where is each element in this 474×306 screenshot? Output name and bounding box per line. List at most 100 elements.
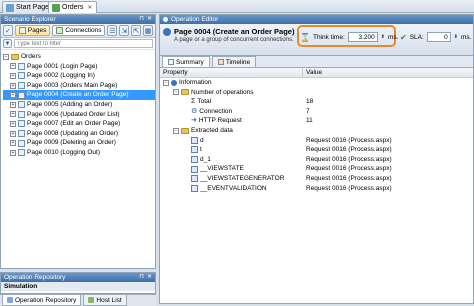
tab-label: Timeline	[225, 58, 251, 66]
tree-item[interactable]: + Page 0010 (Logging Out)	[3, 148, 155, 158]
tree-root[interactable]: − Orders	[3, 52, 155, 62]
property-row[interactable]: __EVENTVALIDATION Request 0016 (Process.a…	[160, 184, 473, 194]
panel-title-bar: Scenario Explorer ⊓ ✕	[1, 15, 155, 24]
tree-item[interactable]: + Page 0005 (Adding an Order)	[3, 100, 155, 110]
tree-item[interactable]: + Page 0001 (Login Page)	[3, 62, 155, 72]
property-value-cell: 18	[303, 97, 313, 107]
expand-toggle-icon[interactable]: +	[10, 82, 16, 89]
expand-toggle-icon[interactable]: +	[10, 130, 16, 137]
property-value: Request 0016 (Process.aspx)	[306, 146, 392, 154]
property-name-cell: d	[160, 136, 303, 146]
expand-toggle-icon[interactable]: +	[10, 111, 16, 118]
think-time-input[interactable]	[347, 32, 378, 42]
spinner-icon[interactable]: ⬍	[381, 34, 385, 40]
tree-item-label: Page 0005 (Adding an Order)	[27, 100, 113, 108]
property-name-cell: __EVENTVALIDATION	[160, 184, 303, 194]
collapse-icon[interactable]: ⇱	[131, 25, 142, 36]
property-value: Request 0016 (Process.aspx)	[306, 184, 392, 192]
collapse-toggle-icon[interactable]: −	[173, 89, 179, 96]
panel-title: Operation Repository	[4, 274, 66, 281]
property-row[interactable]: d_1 Request 0016 (Process.aspx)	[160, 155, 473, 165]
expand-icon[interactable]: ⇲	[119, 25, 130, 36]
close-icon[interactable]: ✕	[87, 4, 92, 11]
tab-orders[interactable]: Orders ✕	[48, 1, 98, 13]
tree-item[interactable]: + Page 0004 (Create an Order Page)	[3, 90, 155, 100]
collapse-toggle-icon[interactable]: −	[163, 79, 169, 86]
page-icon	[6, 3, 14, 12]
expand-toggle-icon[interactable]: +	[10, 120, 16, 127]
tab-summary[interactable]: Summary	[162, 56, 210, 67]
filter-icon[interactable]: ▼	[3, 39, 12, 48]
tab-timeline[interactable]: Timeline	[211, 56, 257, 67]
grid-view-icon[interactable]: ▦	[143, 25, 154, 36]
pages-button[interactable]: Pages	[14, 25, 51, 36]
connections-button[interactable]: Connections	[52, 25, 106, 36]
close-icon[interactable]: ✕	[147, 273, 152, 282]
property-row[interactable]: − Extracted data	[160, 126, 473, 136]
tree-item[interactable]: + Page 0002 (Logging In)	[3, 71, 155, 81]
hourglass-icon: ⌛	[300, 32, 310, 42]
sla-input[interactable]	[426, 32, 451, 42]
property-name-cell: __VIEWSTATEGENERATOR	[160, 174, 303, 184]
expand-toggle-icon[interactable]: +	[10, 140, 16, 147]
property-row[interactable]: __VIEWSTATEGENERATOR Request 0016 (Proces…	[160, 174, 473, 184]
expand-toggle-icon[interactable]: +	[10, 63, 16, 70]
property-name-cell: − Number of operations	[160, 88, 303, 98]
tree-item[interactable]: + Page 0006 (Updated Order List)	[3, 110, 155, 120]
operation-repository-panel: Operation Repository ⊓ ✕ Simulation	[0, 272, 156, 294]
tree-item-label: Page 0010 (Logging Out)	[27, 148, 100, 156]
property-name-cell: − Extracted data	[160, 126, 303, 136]
property-row[interactable]: t Request 0016 (Process.aspx)	[160, 145, 473, 155]
spinner-icon[interactable]: ⬍	[454, 34, 458, 40]
tab-host-list[interactable]: Host List	[83, 295, 127, 306]
property-row[interactable]: − Information	[160, 78, 473, 88]
pin-icon[interactable]: ⊓	[139, 15, 144, 24]
page-icon	[18, 91, 25, 99]
tree-item[interactable]: + Page 0008 (Updating an Order)	[3, 129, 155, 139]
tab-operation-repository[interactable]: Operation Repository	[2, 295, 82, 306]
check-icon[interactable]: ✓	[3, 25, 13, 36]
property-row[interactable]: − Number of operations	[160, 88, 473, 98]
property-name-cell: d_1	[160, 155, 303, 165]
expand-toggle-icon[interactable]: +	[10, 149, 16, 156]
tree-item[interactable]: + Page 0007 (Edit an Order Page)	[3, 119, 155, 129]
list-view-icon[interactable]: ☰	[107, 25, 118, 36]
property-row[interactable]: ➜ HTTP Request 11	[160, 116, 473, 126]
bottom-tab-strip: Operation Repository Host List	[0, 294, 156, 306]
expand-toggle-icon[interactable]: +	[10, 72, 16, 79]
property-row[interactable]: __VIEWSTATE Request 0016 (Process.aspx)	[160, 164, 473, 174]
property-name: __VIEWSTATEGENERATOR	[200, 174, 285, 182]
property-row[interactable]: d Request 0016 (Process.aspx)	[160, 136, 473, 146]
filter-input[interactable]	[14, 39, 153, 48]
think-time-label: Think time:	[312, 33, 345, 41]
property-row[interactable]: ⚙ Connection 7	[160, 107, 473, 117]
expand-toggle-icon[interactable]: +	[10, 92, 16, 99]
tab-start-page[interactable]: Start Page	[2, 1, 55, 13]
collapse-toggle-icon[interactable]: −	[173, 127, 179, 134]
property-value-cell: Request 0016 (Process.aspx)	[303, 174, 392, 184]
property-value: 11	[306, 117, 313, 125]
summary-icon	[168, 59, 174, 65]
close-icon[interactable]: ✕	[147, 15, 152, 24]
page-icon	[18, 110, 25, 118]
collapse-toggle-icon[interactable]: −	[3, 53, 9, 60]
scenario-tree: − Orders + Page 0001 (Login Page) + Page 00…	[1, 50, 155, 158]
expand-toggle-icon[interactable]: +	[10, 101, 16, 108]
variable-icon	[191, 156, 198, 164]
sla-check-icon: ✔	[400, 32, 407, 42]
property-grid-header: Property Value	[160, 68, 473, 78]
timeline-icon	[217, 59, 224, 65]
repository-group-simulation[interactable]: Simulation	[1, 282, 155, 291]
panel-title-bar: Operation Repository ⊓ ✕	[1, 273, 155, 282]
operation-editor-panel: Operation Editor Page 0004 (Create an Or…	[159, 14, 474, 304]
page-icon	[18, 120, 25, 128]
tree-item[interactable]: + Page 0003 (Orders Main Page)	[3, 81, 155, 91]
property-row[interactable]: Σ Total 18	[160, 97, 473, 107]
tree-item[interactable]: + Page 0009 (Deleting an Order)	[3, 138, 155, 148]
variable-icon	[191, 184, 198, 192]
pin-icon[interactable]: ⊓	[139, 273, 144, 282]
property-value: Request 0016 (Process.aspx)	[306, 136, 392, 144]
pages-label: Pages	[27, 27, 47, 34]
column-header-value[interactable]: Value	[303, 68, 322, 77]
column-header-property[interactable]: Property	[160, 68, 303, 77]
